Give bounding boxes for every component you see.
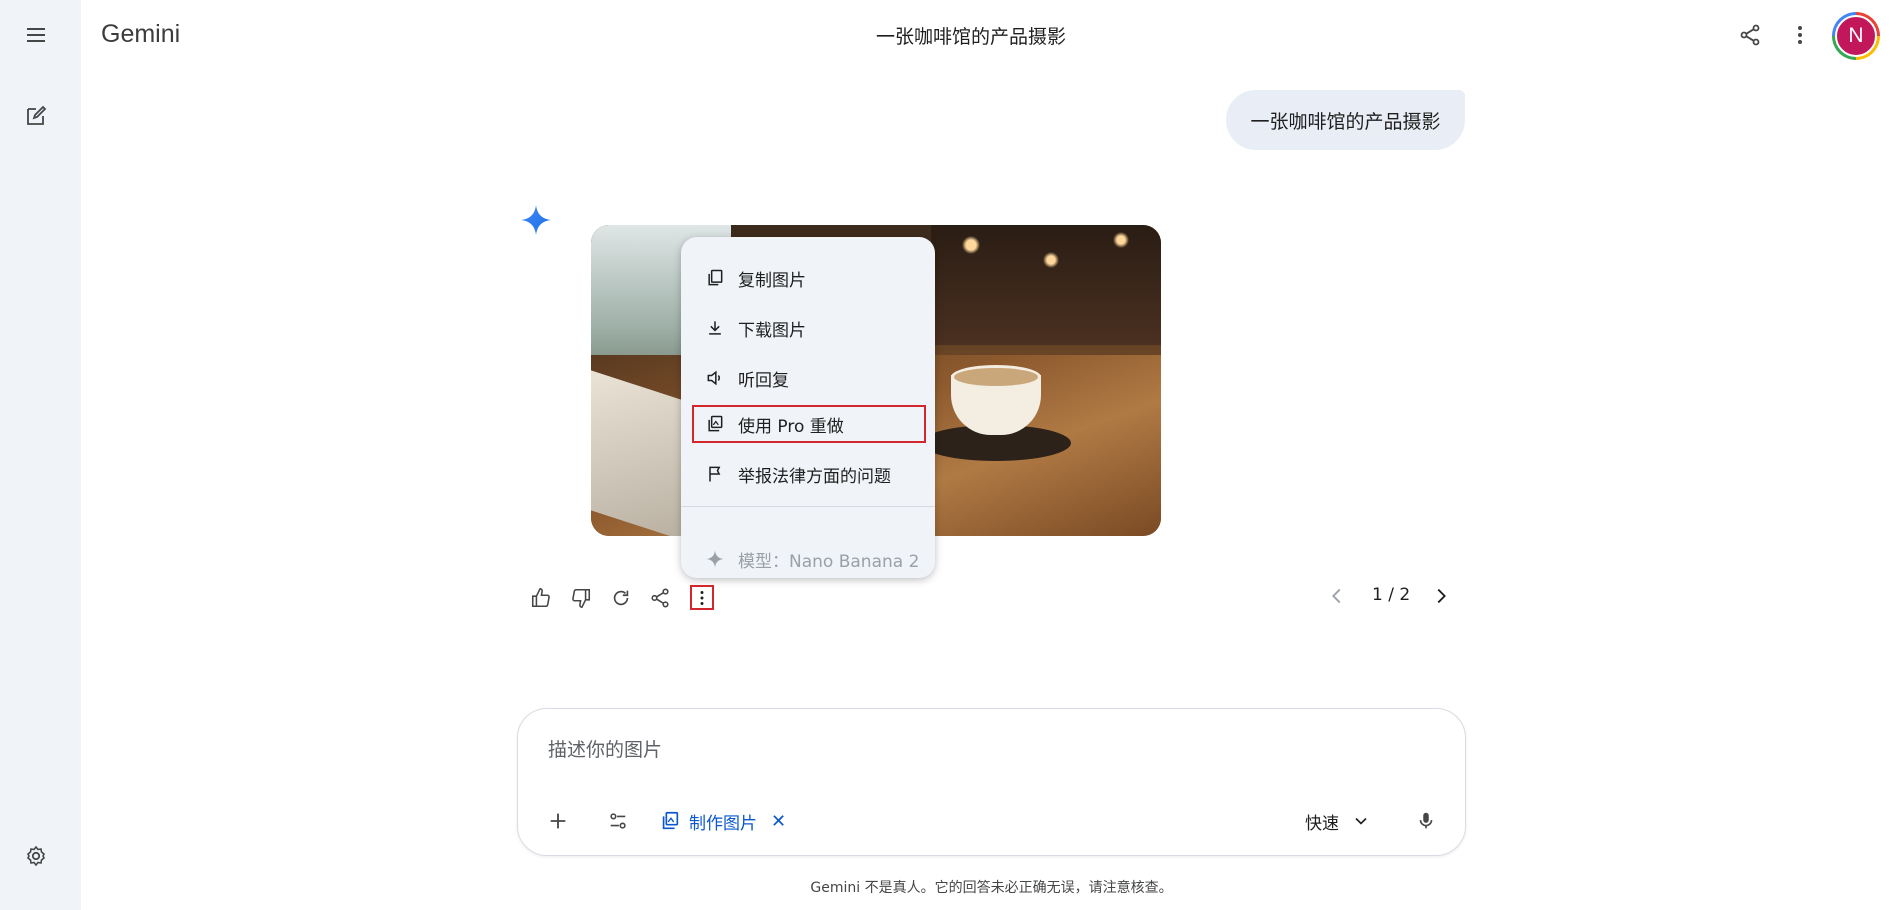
share-icon[interactable]	[644, 582, 676, 614]
gemini-sparkle-icon	[521, 205, 551, 235]
hamburger-menu-icon[interactable]	[16, 15, 56, 55]
menu-item-report-legal[interactable]: 举报法律方面的问题	[681, 451, 935, 497]
image-menu-card	[591, 370, 681, 536]
chevron-right-icon[interactable]	[1425, 580, 1457, 612]
download-icon	[703, 316, 727, 340]
menu-item-copy-image[interactable]: 复制图片	[681, 255, 935, 301]
app-name: Gemini	[101, 20, 181, 48]
mode-selector[interactable]: 快速	[1305, 801, 1371, 841]
gear-icon[interactable]	[16, 836, 56, 876]
chevron-left-icon[interactable]	[1321, 580, 1353, 612]
pager-text: 1 / 2	[1372, 585, 1411, 605]
sparkle-icon	[703, 547, 727, 571]
menu-item-label: 听回复	[738, 370, 789, 391]
plus-icon[interactable]	[538, 801, 578, 841]
image-bar-lights	[931, 225, 1161, 345]
selection-highlight	[692, 405, 926, 443]
model-info: 模型：Nano Banana 2	[681, 541, 935, 577]
prompt-input[interactable]	[548, 735, 1428, 765]
close-icon[interactable]: ✕	[771, 811, 786, 832]
avatar-initial: N	[1835, 15, 1877, 57]
model-label: 模型：Nano Banana 2	[738, 551, 920, 572]
image-create-icon	[659, 810, 681, 832]
user-message-bubble: 一张咖啡馆的产品摄影	[1226, 90, 1465, 150]
menu-item-label: 下载图片	[738, 320, 806, 341]
menu-item-listen[interactable]: 听回复	[681, 355, 935, 401]
tools-icon[interactable]	[598, 801, 638, 841]
regenerate-icon[interactable]	[605, 582, 637, 614]
speaker-icon	[703, 366, 727, 390]
copy-icon	[703, 266, 727, 290]
menu-item-download-image[interactable]: 下载图片	[681, 305, 935, 351]
thumb-down-icon[interactable]	[565, 582, 597, 614]
edit-icon[interactable]	[16, 96, 56, 136]
account-avatar[interactable]: N	[1832, 12, 1880, 60]
chevron-down-icon	[1351, 811, 1371, 831]
image-cup-top	[951, 365, 1041, 389]
microphone-icon[interactable]	[1406, 801, 1446, 841]
thumb-up-icon[interactable]	[525, 582, 557, 614]
menu-divider	[681, 506, 935, 507]
create-image-chip[interactable]: 制作图片 ✕	[659, 801, 786, 841]
mode-label: 快速	[1305, 813, 1339, 834]
menu-item-label: 复制图片	[738, 270, 806, 291]
composer: 制作图片 ✕ 快速	[517, 708, 1466, 856]
share-icon[interactable]	[1730, 15, 1770, 55]
selection-highlight	[690, 585, 714, 610]
conversation-title: 一张咖啡馆的产品摄影	[875, 26, 1066, 48]
chip-label: 制作图片	[689, 813, 757, 834]
flag-icon	[703, 462, 727, 486]
context-menu: 复制图片 下载图片 听回复 使用 Pro 重做 举报法律方面的问题 模型：Nan…	[681, 237, 935, 578]
menu-item-label: 举报法律方面的问题	[738, 466, 891, 487]
sidebar	[0, 0, 81, 910]
disclaimer: Gemini 不是真人。它的回答未必正确无误，请注意核查。	[810, 880, 1173, 896]
more-vert-icon[interactable]	[1780, 15, 1820, 55]
